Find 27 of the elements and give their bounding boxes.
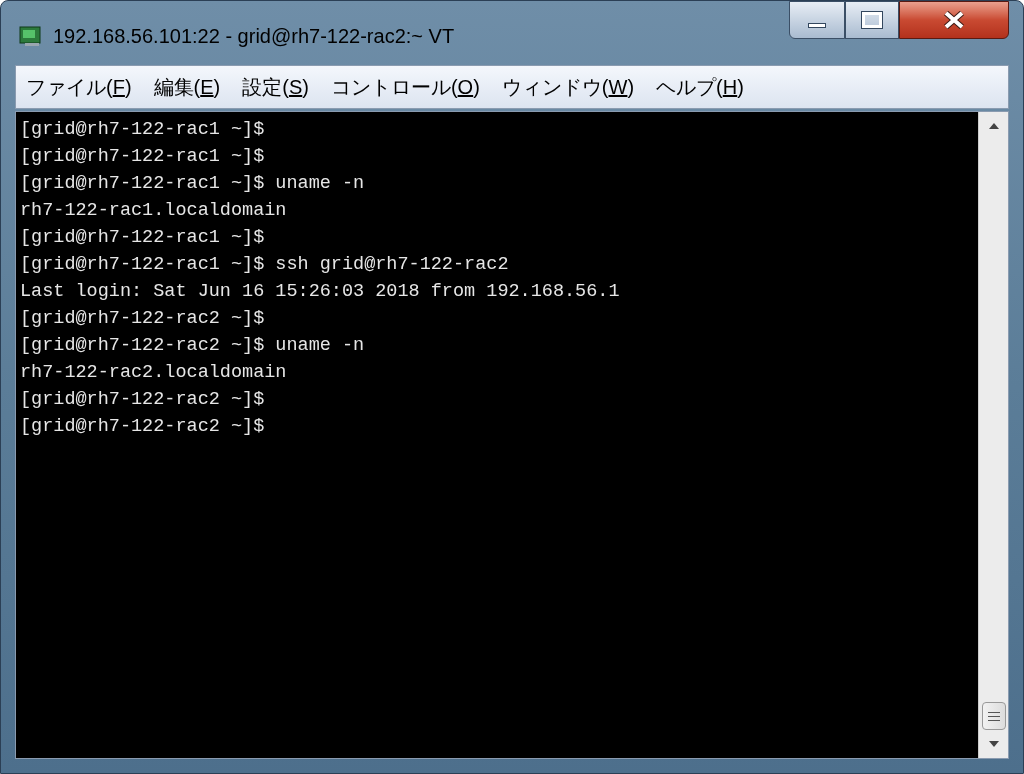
terminal-line: [grid@rh7-122-rac2 ~]$ [20, 307, 265, 331]
menu-item[interactable]: ウィンドウ(W) [501, 72, 635, 102]
window-title: 192.168.56.101:22 - grid@rh7-122-rac2:~ VT [53, 24, 455, 49]
terminal-line: rh7-122-rac1.localdomain [20, 199, 287, 223]
scroll-up-arrow-icon[interactable] [987, 122, 1000, 130]
terminal-line: [grid@rh7-122-rac1 ~]$ [20, 145, 265, 169]
scroll-down-arrow-icon[interactable] [987, 740, 1000, 748]
menu-item[interactable]: 編集(E) [153, 72, 221, 102]
close-icon [943, 11, 965, 29]
terminal-line: [grid@rh7-122-rac1 ~]$ [20, 226, 265, 250]
maximize-button[interactable] [845, 1, 899, 39]
terminal-line: [grid@rh7-122-rac1 ~]$ uname -n [20, 172, 365, 196]
menu-item[interactable]: コントロール(O) [330, 72, 480, 102]
terminal-line: [grid@rh7-122-rac1 ~]$ ssh grid@rh7-122-rac2 [20, 253, 509, 277]
terminal-line: [grid@rh7-122-rac2 ~]$ [20, 415, 265, 439]
terminal-app-icon [19, 25, 43, 47]
terminal-line: [grid@rh7-122-rac2 ~]$ [20, 388, 265, 412]
menu-item[interactable]: ファイル(F) [26, 72, 132, 102]
terminal-line: [grid@rh7-122-rac1 ~]$ [20, 118, 265, 142]
minimize-button[interactable] [789, 1, 845, 39]
close-button[interactable] [899, 1, 1009, 39]
menu-item[interactable]: ヘルプ(H) [656, 72, 744, 102]
terminal-line: rh7-122-rac2.localdomain [20, 361, 287, 385]
terminal-line: Last login: Sat Jun 16 15:26:03 2018 from 192.168.56.1 [20, 280, 620, 304]
scroll-thumb[interactable] [981, 702, 1006, 730]
menu-item[interactable]: 設定(S) [242, 72, 309, 102]
terminal-line: [grid@rh7-122-rac2 ~]$ uname -n [20, 334, 365, 358]
